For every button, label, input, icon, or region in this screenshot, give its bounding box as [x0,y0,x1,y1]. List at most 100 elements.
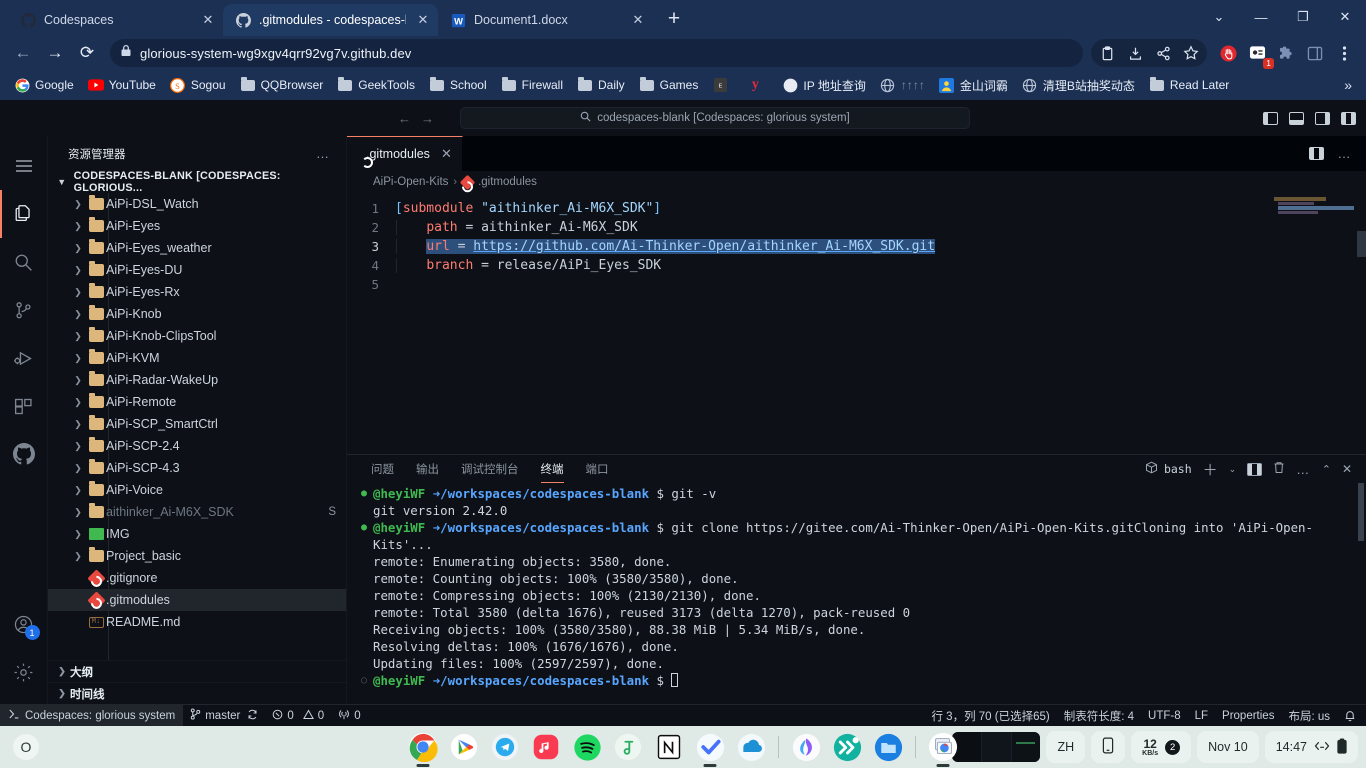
tree-item-folder[interactable]: ❯ AiPi-Eyes-Rx [48,281,346,303]
workspace-root-row[interactable]: ▼ CODESPACES-BLANK [CODESPACES: GLORIOUS… [48,170,346,194]
code-editor[interactable]: 1 [submodule "aithinker_Ai-M6X_SDK"] 2 p… [347,193,1366,454]
taskbar-app-google-play[interactable] [445,728,483,766]
toggle-panel-icon[interactable] [1289,111,1304,125]
bookmark-qqbrowser[interactable]: QQBrowser [234,74,330,96]
account-icon[interactable]: 1 [0,600,48,648]
restore-icon[interactable]: ❐ [1282,0,1324,34]
tree-item-file[interactable]: M↓ README.md [48,611,346,633]
browser-tab-3[interactable]: W Document1.docx ✕ [438,4,653,36]
tab-close-icon[interactable]: ✕ [629,11,647,29]
status-keyboard-layout[interactable]: 布局: us [1281,705,1337,727]
bookmark-bilibili-lottery[interactable]: 清理B站抽奖动态 [1016,74,1141,97]
tree-item-folder[interactable]: ❯ AiPi-Knob [48,303,346,325]
close-icon[interactable]: ✕ [1324,0,1366,34]
tree-item-folder[interactable]: ❯ AiPi-SCP-4.3 [48,457,346,479]
tree-item-folder[interactable]: ❯ AiPi-Eyes [48,215,346,237]
tree-item-folder-submodule[interactable]: ❯ aithinker_Ai-M6X_SDK S [48,501,346,523]
panel-tab-debug-console[interactable]: 调试控制台 [461,455,519,483]
status-eol[interactable]: LF [1188,705,1215,727]
taskbar-app-telegram[interactable] [486,728,524,766]
github-icon[interactable] [0,430,48,478]
bookmark-kingsoft[interactable]: 金山词霸 [933,74,1014,97]
editor-tab-gitmodules[interactable]: .gitmodules ✕ [347,136,463,171]
editor-more-actions-icon[interactable]: … [1338,146,1353,161]
bookmark-firewall[interactable]: Firewall [495,74,569,96]
start-button[interactable]: O [0,734,52,760]
bookmark-star-icon[interactable] [1177,39,1205,67]
terminal-shell-selector[interactable]: bash [1145,461,1192,477]
tray-phone-link[interactable] [1091,731,1126,763]
tree-item-folder[interactable]: ❯ AiPi-SCP_SmartCtrl [48,413,346,435]
source-control-icon[interactable] [0,286,48,334]
tree-item-folder[interactable]: ❯ AiPi-KVM [48,347,346,369]
breadcrumb-item-folder[interactable]: AiPi-Open-Kits [373,176,448,188]
tree-item-folder[interactable]: ❯ AiPi-Radar-WakeUp [48,369,346,391]
panel-more-icon[interactable]: … [1296,462,1311,477]
status-cursor-position[interactable]: 行 3，列 70 (已选择65) [924,705,1056,727]
browser-tab-2[interactable]: .gitmodules - codespaces-blank ✕ [223,4,438,36]
status-encoding[interactable]: UTF-8 [1141,705,1188,727]
minimize-icon[interactable]: — [1240,0,1282,34]
tree-item-folder[interactable]: ❯ AiPi-Knob-ClipsTool [48,325,346,347]
panel-tab-ports[interactable]: 端口 [586,455,609,483]
editor-tab-close-icon[interactable]: ✕ [441,146,452,162]
close-panel-icon[interactable]: ✕ [1342,462,1352,476]
taskbar-app-chrome[interactable] [404,728,442,767]
forward-icon[interactable]: → [40,38,70,68]
status-problems[interactable]: 0 0 [265,705,331,727]
taskbar-app-spotify[interactable] [568,728,606,766]
taskbar-app-edge-apps[interactable] [924,728,962,767]
maximize-panel-icon[interactable]: ⌃ [1322,463,1331,476]
tree-item-folder[interactable]: ❯ AiPi-Remote [48,391,346,413]
chevron-down-icon[interactable]: ⌄ [1229,464,1237,475]
taskbar-app-file-explorer[interactable] [869,728,907,766]
taskbar-app-apple-music[interactable] [527,728,565,766]
stop-hand-icon[interactable] [1214,39,1242,67]
tray-network-speed[interactable]: 12 KB/s 2 [1131,731,1192,763]
tree-item-folder[interactable]: ❯ IMG [48,523,346,545]
split-terminal-icon[interactable] [1247,462,1263,476]
sidebar-section-outline[interactable]: ❯ 大纲 [48,660,346,682]
tree-item-file[interactable]: .gitignore [48,567,346,589]
bookmark-y[interactable]: y [741,74,774,96]
extensions-icon[interactable] [0,382,48,430]
tray-clock-and-status[interactable]: 14:47 [1264,731,1358,763]
editor-scrollbar[interactable] [1357,231,1366,257]
taskbar-app-alist[interactable] [609,728,647,766]
puzzle-icon[interactable] [1272,39,1300,67]
new-tab-button[interactable]: + [659,4,689,34]
split-editor-icon[interactable] [1308,147,1324,160]
tray-ime[interactable]: ZH [1046,731,1086,763]
bookmark-arrows[interactable]: ↑↑↑↑ [874,74,931,96]
extension-badge-icon[interactable]: 1 [1243,39,1274,69]
bookmark-sogou[interactable]: S Sogou [164,74,232,96]
status-ports[interactable]: 0 [331,705,367,727]
taskbar-app-copilot[interactable] [787,728,825,766]
search-icon[interactable] [0,238,48,286]
bookmark-daily[interactable]: Daily [571,74,631,96]
tab-close-icon[interactable]: ✕ [414,11,432,29]
bookmark-ip-lookup[interactable]: IP 地址查询 [776,74,871,97]
explorer-more-actions-icon[interactable]: … [316,146,330,161]
toggle-secondary-sidebar-icon[interactable] [1315,111,1330,125]
tab-search-chevron-icon[interactable]: ⌄ [1198,0,1240,34]
bell-icon[interactable] [1337,705,1366,727]
vscode-forward-icon[interactable]: → [421,111,434,126]
kill-terminal-icon[interactable] [1273,461,1285,477]
menu-kebab-icon[interactable] [1330,39,1358,67]
tray-date[interactable]: Nov 10 [1197,731,1259,763]
add-terminal-icon[interactable]: ＋ [1203,459,1218,480]
bookmark-school[interactable]: School [423,74,493,96]
bookmark-youtube[interactable]: YouTube [82,74,162,96]
explorer-icon[interactable] [0,190,48,238]
panel-tab-output[interactable]: 输出 [416,455,439,483]
sync-icon[interactable] [247,709,258,723]
tab-close-icon[interactable]: ✕ [199,11,217,29]
clipboard-icon[interactable] [1093,39,1121,67]
back-icon[interactable]: ← [8,38,38,68]
status-indent[interactable]: 制表符长度: 4 [1057,705,1141,727]
vscode-back-icon[interactable]: ← [398,111,411,126]
taskbar-app-ticktick[interactable] [691,728,729,767]
tree-item-folder[interactable]: ❯ Project_basic [48,545,346,567]
menu-hamburger-icon[interactable] [0,142,48,190]
